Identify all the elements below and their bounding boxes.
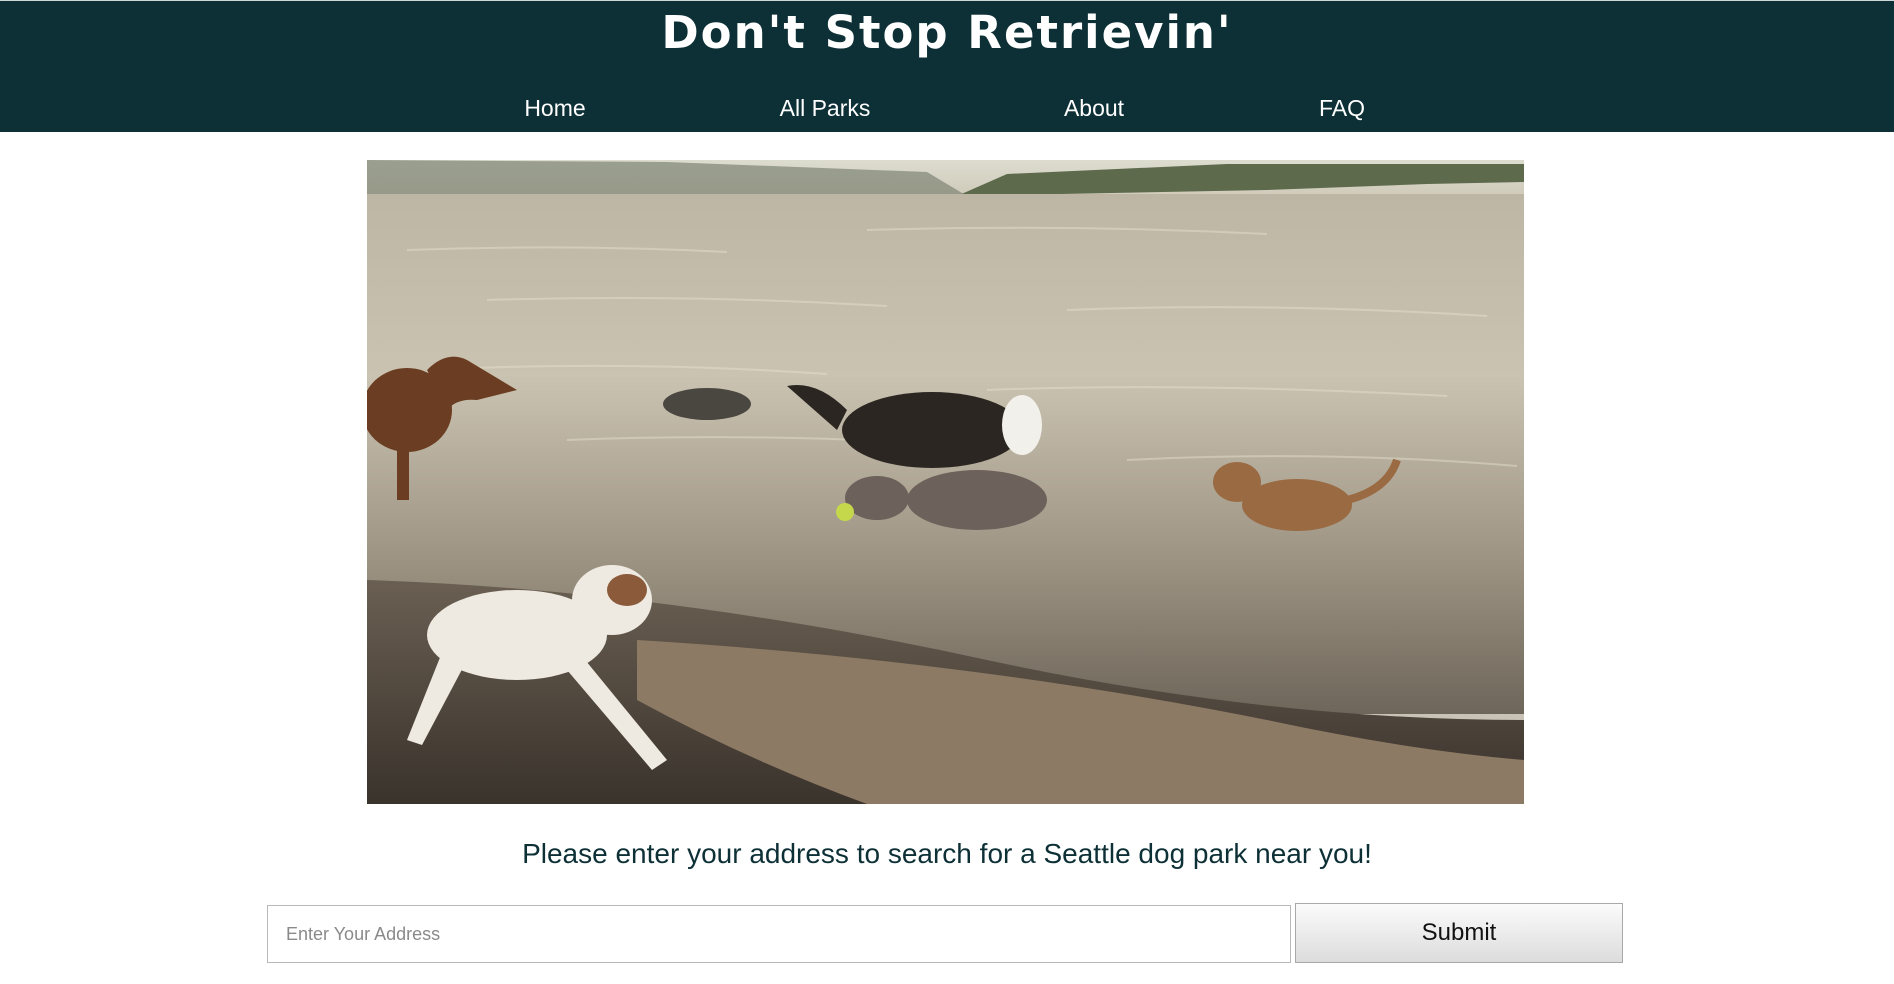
- hero-image-dogs-in-water: [367, 160, 1524, 804]
- search-prompt: Please enter your address to search for …: [522, 838, 1372, 869]
- address-input[interactable]: [267, 905, 1291, 963]
- submit-button[interactable]: Submit: [1295, 903, 1623, 963]
- nav-link-about[interactable]: About: [1064, 93, 1124, 123]
- nav-link-home[interactable]: Home: [524, 93, 585, 123]
- nav-link-faq[interactable]: FAQ: [1319, 93, 1365, 123]
- site-header: Don't Stop Retrievin' Home All Parks Abo…: [0, 0, 1894, 132]
- site-title: Don't Stop Retrievin': [661, 6, 1233, 59]
- nav-link-all-parks[interactable]: All Parks: [780, 93, 871, 123]
- main-nav: Home All Parks About FAQ: [0, 93, 1894, 123]
